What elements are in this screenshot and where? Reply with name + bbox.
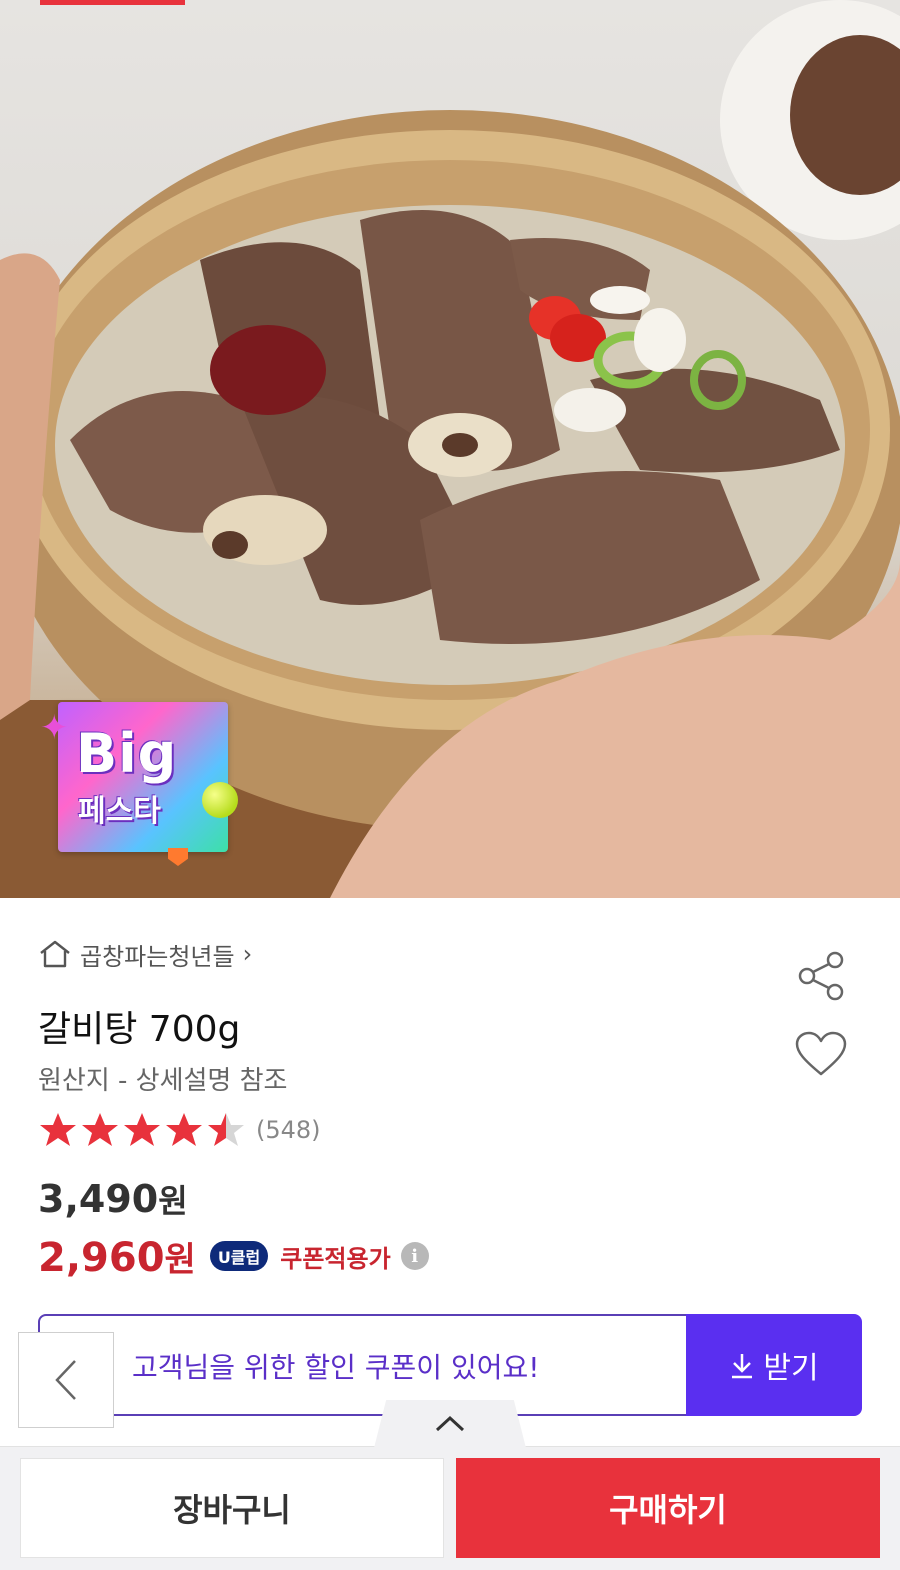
buy-button[interactable]: 구매하기 [456,1458,880,1558]
star-icon [124,1113,160,1146]
sale-price-row: 2,960원 U클럽 쿠폰적용가 i [38,1232,429,1281]
star-icon [40,1113,76,1146]
star-icon [208,1113,244,1146]
original-price-value: 3,490 [38,1177,159,1221]
back-button[interactable] [18,1332,114,1428]
home-icon [40,940,70,968]
download-icon [732,1354,753,1379]
star-icon [82,1113,118,1146]
badge-big-text: Big [76,722,178,785]
rating-row[interactable]: (548) [38,1110,321,1150]
info-icon[interactable]: i [400,1242,429,1270]
ball-icon [202,782,238,818]
original-price: 3,490원 [38,1176,188,1222]
badge-festa-text: 페스타 [78,794,161,829]
product-origin: 원산지 - 상세설명 참조 [38,1066,288,1096]
big-festa-badge: ✦ Big 페스타 [40,700,240,870]
expand-handle[interactable] [374,1400,526,1448]
chevron-up-icon [435,1415,465,1432]
receive-coupon-button[interactable]: 받기 [686,1314,862,1416]
star-rating [38,1111,246,1149]
star-icon [166,1113,202,1146]
coupon-applied-label: 쿠폰적용가 [280,1244,391,1273]
store-name: 곱창파는청년들 [80,942,235,971]
uclub-badge: U클럽 [209,1241,269,1271]
store-link[interactable]: 곱창파는청년들 › [38,936,252,972]
chevron-right-icon: › [242,940,253,968]
product-page: ✦ Big 페스타 곱창파는청년들 › 갈비탕 700g 원산지 - 상세설명 … [0,0,900,1570]
sale-price-unit: 원 [164,1239,196,1280]
review-count: (548) [256,1116,321,1144]
original-price-unit: 원 [158,1182,188,1220]
badge-tab [168,848,188,866]
chevron-left-icon [55,1360,76,1400]
sale-price-value: 2,960 [38,1234,165,1281]
cart-button[interactable]: 장바구니 [20,1458,444,1558]
sale-price: 2,960원 [38,1232,196,1281]
sparkle-icon: ✦ [40,708,69,748]
coupon-text: 고객님을 위한 할인 쿠폰이 있어요! [132,1351,540,1384]
receive-label: 받기 [763,1351,819,1386]
product-image[interactable]: ✦ Big 페스타 [0,0,900,898]
product-title: 갈비탕 700g [38,1009,241,1050]
share-icon[interactable] [796,950,846,1002]
heart-icon[interactable] [794,1030,848,1078]
